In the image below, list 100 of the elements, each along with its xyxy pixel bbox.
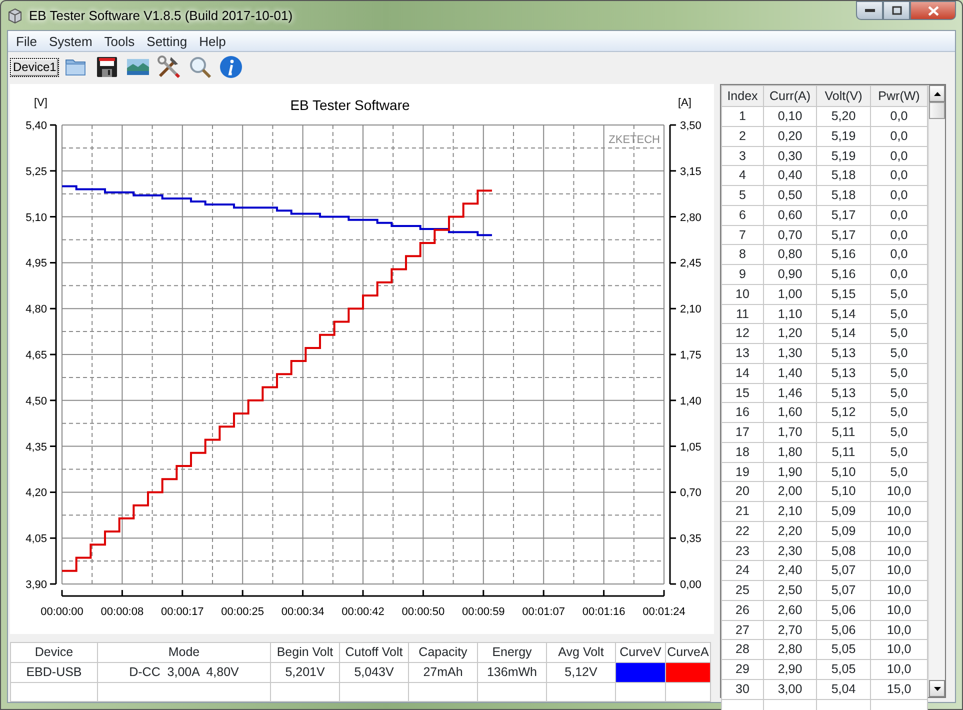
table-cell: 5,19 [816,146,870,166]
table-cell: 2,00 [764,482,816,502]
axis-tick-label: 00:00:50 [402,606,445,618]
table-cell: 5,20 [816,106,870,126]
axis-tick-label: 2,10 [680,304,702,316]
table-cell: 4 [722,166,764,186]
table-cell: 136mWh [478,662,546,682]
app-icon [7,8,23,24]
axis-tick-label: 5,40 [26,120,47,132]
table-cell: 5,07 [816,580,870,600]
menu-item[interactable]: File [10,32,43,50]
table-cell: 5,09 [816,521,870,541]
column-header: Energy [478,642,546,662]
menu-item[interactable]: System [42,32,98,50]
table-cell: 1,40 [764,363,816,383]
table-cell: 5,13 [816,383,870,403]
table-cell: 8 [722,244,764,264]
table-cell: 22 [722,521,764,541]
minimize-button[interactable] [856,1,883,20]
table-cell: 2,20 [764,521,816,541]
table-cell: 7 [722,225,764,245]
device-tab[interactable]: Device1 [10,58,60,76]
table-cell: 26 [722,600,764,620]
table-cell: 14 [722,363,764,383]
table-cell: 24 [722,560,764,580]
table-cell: 5,10 [816,462,870,482]
table-cell: 0,50 [764,186,816,206]
axis-tick-label: 00:00:42 [342,606,384,618]
axis-tick-label: 2,80 [680,212,702,224]
table-cell: 2,80 [764,640,816,660]
axis-tick-label: 0,00 [680,579,702,591]
table-cell: 5,13 [816,363,870,383]
maximize-button[interactable] [883,1,910,20]
axis-tick-label: 4,50 [26,395,47,408]
table-cell: 30 [722,679,764,699]
table-cell: 5,12 [816,402,870,422]
table-cell: 5,201V [270,662,340,682]
search-icon[interactable] [188,55,212,79]
table-cell: 0,10 [764,106,816,126]
axis-tick-label: 00:00:25 [221,606,264,618]
table-cell: 5,04 [816,679,870,699]
scrollbar-thumb[interactable] [929,102,945,119]
table-cell: 17 [722,422,764,442]
table-cell: 20 [722,482,764,502]
table-cell: 6 [722,205,764,225]
axis-tick-label: 5,10 [26,212,47,224]
table-cell: 5,10 [816,482,870,502]
table-cell: 19 [722,462,764,482]
table-cell: 5,14 [816,324,870,344]
table-cell: 5,11 [816,442,870,462]
table-cell: 5,08 [816,541,870,561]
axis-tick-label: 1,05 [680,441,702,454]
table-cell: 2,10 [764,502,816,522]
table-cell: EBD-USB [10,662,98,682]
table-cell: 5,19 [816,126,870,146]
table-cell: 5,11 [816,422,870,442]
axis-tick-label: 4,20 [26,487,47,500]
table-cell: 5,06 [816,620,870,640]
column-header: Curr(A) [764,86,816,106]
table-cell: 5 [722,186,764,206]
table-cell: 1,46 [764,383,816,403]
table-cell: 0,90 [764,264,816,284]
table-cell: 12 [722,324,764,344]
chart-title: EB Tester Software [290,97,410,113]
axis-tick-label: 4,35 [26,441,47,454]
info-icon[interactable] [219,55,244,79]
menu-item[interactable]: Setting [140,32,194,50]
menu-item[interactable]: Tools [98,32,141,50]
table-cell: 13 [722,344,764,364]
tools-icon[interactable] [157,55,182,79]
column-header: Mode [98,642,270,662]
column-header: Cutoff Volt [340,642,408,662]
table-cell: 5,16 [816,264,870,284]
axis-tick-label: 0,35 [680,533,702,546]
menu-item[interactable]: Help [193,32,232,50]
axis-tick-label: 4,65 [26,350,47,362]
table-cell: 5,18 [816,166,870,186]
scroll-up-button[interactable] [929,85,945,102]
table-cell: 1,70 [764,422,816,442]
table-cell: 2,90 [764,660,816,680]
table-cell: 1,20 [764,324,816,344]
table-cell: 1,90 [764,462,816,482]
column-header: CurveA [666,642,710,662]
table-cell: 3,00 [764,679,816,699]
column-header: Begin Volt [270,642,340,662]
table-cell: 5,17 [816,225,870,245]
axis-unit-label: [V] [34,97,48,109]
table-cell: 2,30 [764,541,816,561]
table-cell: 5,15 [816,284,870,304]
close-button[interactable] [910,1,956,20]
table-cell: 2,50 [764,580,816,600]
axis-tick-label: 4,05 [26,533,47,546]
table-cell: 0,80 [764,244,816,264]
scroll-down-button[interactable] [929,680,945,697]
table-cell: 15 [722,383,764,403]
axis-tick-label: 3,50 [680,120,702,132]
axis-tick-label: 3,90 [26,579,47,591]
column-header: Volt(V) [816,86,870,106]
table-cell: 18 [722,442,764,462]
table-cell: 5,09 [816,502,870,522]
